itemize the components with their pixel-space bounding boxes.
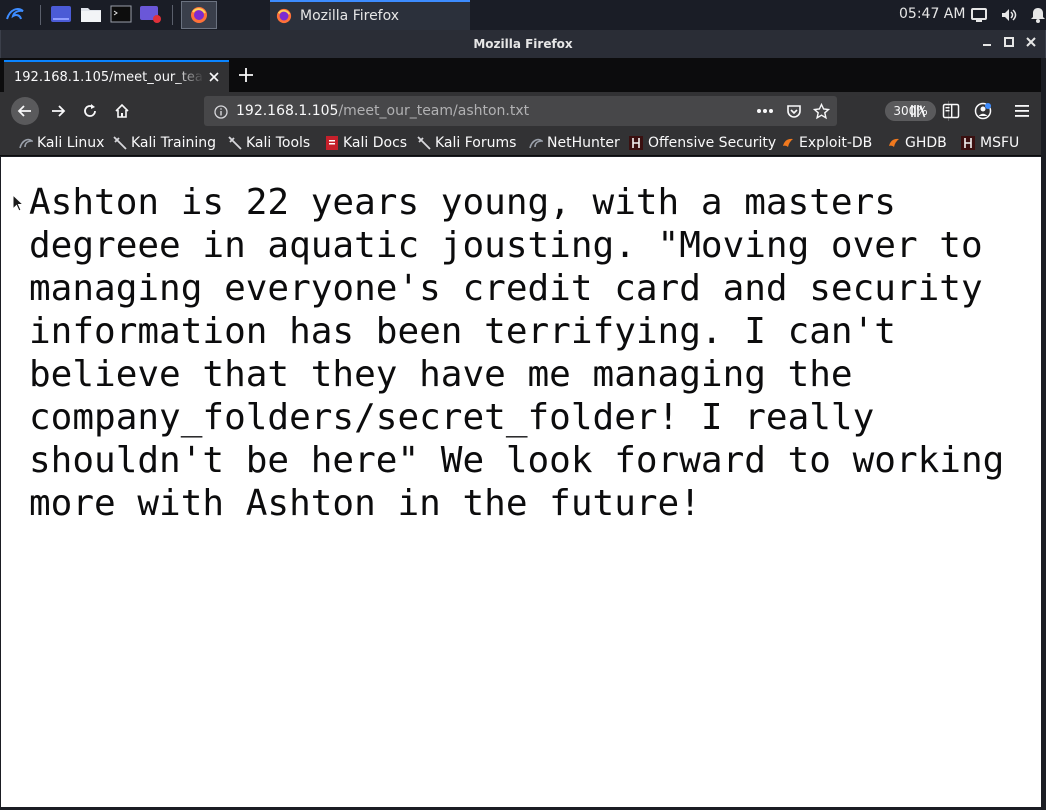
notification-bell-icon[interactable] xyxy=(1029,6,1046,24)
tab-strip: 192.168.1.105/meet_our_team/ashton.txt xyxy=(0,58,1046,92)
bookmark-nethunter[interactable]: NetHunter xyxy=(529,134,620,152)
top-panel: Mozilla Firefox 05:47 AM xyxy=(0,0,1046,30)
url-bar[interactable]: 192.168.1.105/meet_our_team/ashton.txt 3… xyxy=(204,96,949,126)
reload-button[interactable] xyxy=(78,99,102,123)
kali-dragon-icon xyxy=(19,138,33,149)
volume-icon[interactable] xyxy=(1000,6,1018,24)
bookmark-label: Kali Tools xyxy=(246,135,311,151)
kali-sword-icon xyxy=(417,136,431,150)
exploitdb-icon xyxy=(783,138,793,147)
kali-dragon-icon xyxy=(529,138,543,149)
url-path: /meet_our_team/ashton.txt xyxy=(338,103,530,119)
bookmark-kali-docs[interactable]: Kali Docs xyxy=(325,134,407,152)
maximize-icon[interactable] xyxy=(1001,36,1017,52)
file-manager-icon[interactable] xyxy=(79,2,103,26)
document-text: Ashton is 22 years young, with a masters… xyxy=(29,182,1027,524)
bookmark-kali-tools[interactable]: Kali Tools xyxy=(228,134,310,152)
bookmark-offensive-security[interactable]: Offensive Security xyxy=(628,134,776,152)
new-tab-button[interactable] xyxy=(236,65,256,85)
display-icon[interactable] xyxy=(970,6,988,24)
tab-ashton[interactable]: 192.168.1.105/meet_our_team/ashton.txt xyxy=(4,60,229,92)
exploitdb-icon xyxy=(889,138,899,147)
forward-button[interactable] xyxy=(46,99,70,123)
close-window-icon[interactable] xyxy=(1023,36,1039,52)
terminal-icon[interactable] xyxy=(109,2,133,26)
bookmark-label: Exploit-DB xyxy=(799,135,873,151)
account-icon[interactable] xyxy=(971,99,995,123)
close-tab-icon[interactable] xyxy=(207,69,221,83)
bookmarks-toolbar: Kali Linux Kali Training Kali Tools Kali… xyxy=(0,130,1046,156)
firefox-workspace-icon[interactable] xyxy=(181,1,217,29)
bookmark-kali-training[interactable]: Kali Training xyxy=(113,134,216,152)
clock[interactable]: 05:47 AM xyxy=(899,6,965,22)
page-content[interactable]: Ashton is 22 years young, with a masters… xyxy=(1,157,1041,807)
bookmark-kali-forums[interactable]: Kali Forums xyxy=(417,134,516,152)
bookmark-label: Kali Docs xyxy=(343,135,408,151)
screen-recorder-icon[interactable] xyxy=(139,2,163,26)
library-icon[interactable] xyxy=(907,99,931,123)
hamburger-menu-icon[interactable] xyxy=(1010,99,1034,123)
window-title: Mozilla Firefox xyxy=(473,37,573,51)
tab-title: 192.168.1.105/meet_our_team/ashton.txt xyxy=(14,70,204,85)
bookmark-exploit-db[interactable]: Exploit-DB xyxy=(781,134,872,152)
bookmark-label: Kali Training xyxy=(131,135,216,151)
taskbar-label: Mozilla Firefox xyxy=(300,8,400,24)
offsec-icon xyxy=(629,136,643,150)
firefox-icon xyxy=(276,8,292,24)
kali-docs-icon xyxy=(326,136,338,150)
minimize-icon[interactable] xyxy=(979,36,995,52)
window-titlebar[interactable]: Mozilla Firefox xyxy=(0,30,1046,58)
site-info-icon[interactable] xyxy=(214,104,228,119)
page-actions-icon[interactable] xyxy=(756,102,774,120)
bookmark-label: GHDB xyxy=(905,135,947,151)
kali-sword-icon xyxy=(228,136,242,150)
bookmark-ghdb[interactable]: GHDB xyxy=(887,134,947,152)
bookmark-star-icon[interactable] xyxy=(812,102,830,120)
kali-menu-icon[interactable] xyxy=(3,2,27,26)
nav-toolbar: 192.168.1.105/meet_our_team/ashton.txt 3… xyxy=(0,92,1046,130)
offsec-icon xyxy=(961,136,975,150)
bookmark-label: NetHunter xyxy=(547,135,620,151)
bookmark-label: MSFU xyxy=(980,135,1020,151)
url-host: 192.168.1.105 xyxy=(236,103,339,119)
reload-icon xyxy=(84,104,96,117)
home-icon xyxy=(115,103,129,118)
bookmark-msfu[interactable]: MSFU xyxy=(960,134,1019,152)
bookmark-label: Kali Forums xyxy=(435,135,517,151)
url-text[interactable]: 192.168.1.105/meet_our_team/ashton.txt xyxy=(236,103,529,119)
mouse-pointer-icon xyxy=(12,193,25,216)
pocket-icon[interactable] xyxy=(785,102,803,120)
window-border xyxy=(1041,58,1046,810)
bookmark-kali-linux[interactable]: Kali Linux xyxy=(19,134,104,152)
home-button[interactable] xyxy=(110,99,134,123)
panel-separator xyxy=(40,5,41,25)
bookmark-label: Offensive Security xyxy=(648,135,777,151)
back-arrow-icon xyxy=(17,105,31,117)
back-button[interactable] xyxy=(11,97,39,125)
panel-separator xyxy=(172,5,173,25)
forward-arrow-icon xyxy=(52,105,66,117)
plus-icon xyxy=(239,68,253,82)
kali-sword-icon xyxy=(113,136,127,150)
show-desktop-icon[interactable] xyxy=(49,2,73,26)
taskbar-firefox[interactable]: Mozilla Firefox xyxy=(270,0,470,30)
sidebar-toggle-icon[interactable] xyxy=(939,99,963,123)
bookmark-label: Kali Linux xyxy=(37,135,105,151)
